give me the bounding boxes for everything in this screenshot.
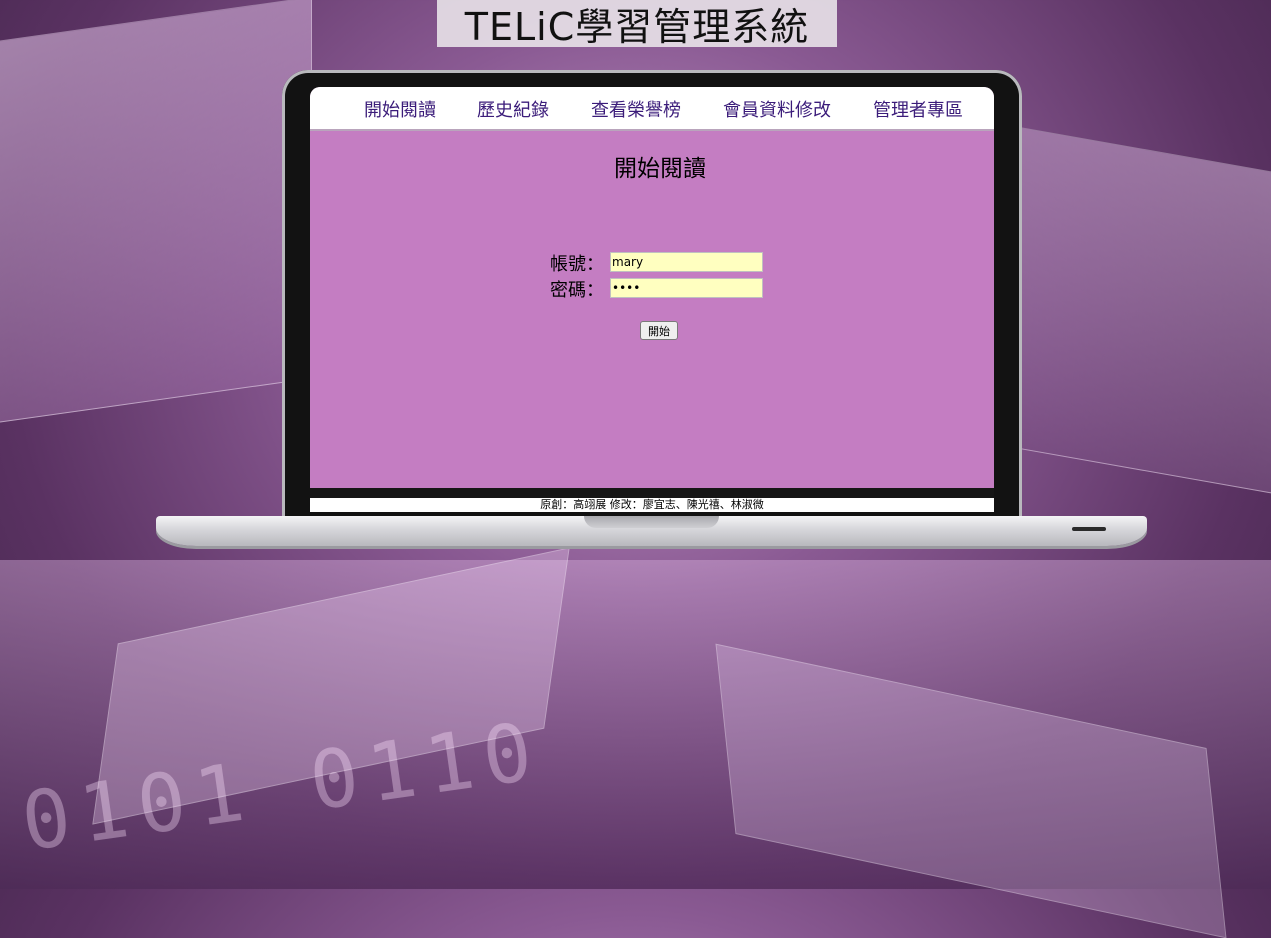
system-title-banner: TELiC學習管理系統 [437, 0, 837, 49]
nav-item-member-edit[interactable]: 會員資料修改 [723, 96, 831, 122]
screen-bottom-bar [310, 488, 994, 498]
page-title: 開始閱讀 [614, 156, 706, 182]
nav-item-start-reading[interactable]: 開始閱讀 [364, 96, 436, 122]
nav-item-admin[interactable]: 管理者專區 [873, 96, 963, 122]
laptop-slot [1072, 527, 1106, 531]
system-title: TELiC學習管理系統 [464, 5, 810, 49]
footer-credits: 原創：高翊展 修改：廖宜志、陳光禧、林淑微 [310, 498, 994, 512]
start-button[interactable]: 開始 [640, 321, 678, 340]
background-browser-panel [0, 0, 312, 426]
account-label: 帳號： [550, 254, 604, 275]
account-input[interactable] [610, 252, 763, 272]
background-monitor-panel [1019, 126, 1271, 496]
password-label: 密碼： [550, 280, 604, 301]
laptop-lid-notch [584, 516, 719, 528]
nav-item-history[interactable]: 歷史紀錄 [477, 96, 549, 122]
password-input[interactable] [610, 278, 763, 298]
laptop-screen: 開始閱讀 歷史紀錄 查看榮譽榜 會員資料修改 管理者專區 開始閱讀 帳號： 密碼… [310, 87, 994, 512]
top-nav: 開始閱讀 歷史紀錄 查看榮譽榜 會員資料修改 管理者專區 [310, 87, 994, 131]
nav-item-honor-roll[interactable]: 查看榮譽榜 [591, 96, 681, 122]
